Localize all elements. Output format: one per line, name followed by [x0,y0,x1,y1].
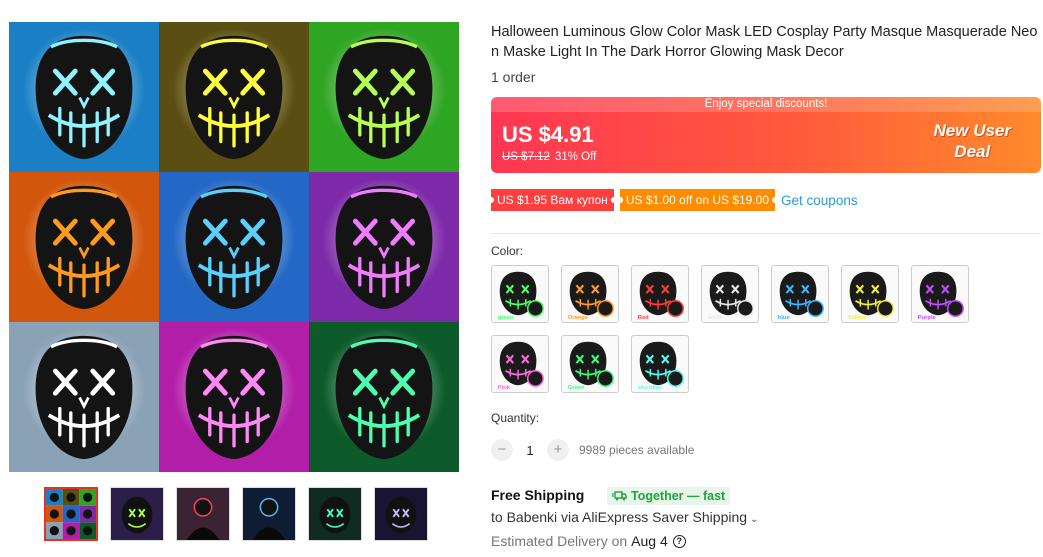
quantity-stepper: − 1 + 9989 pieces available [491,439,694,461]
chevron-down-icon[interactable]: ⌄ [750,514,758,525]
glowing-mask-icon [29,332,139,469]
mask-tile [159,22,309,172]
glowing-mask-icon [29,182,139,319]
delivery-date: Aug 4 [631,533,668,549]
thumbnail-2[interactable] [110,487,164,541]
delivery-label: Estimated Delivery on [491,533,628,549]
color-label: Color: [491,244,524,258]
mask-tile [9,322,159,472]
person-thumb-icon [243,488,295,540]
mask-swatch-icon: Green [562,336,618,392]
thumbnail-6[interactable] [374,487,428,541]
stock-available: 9989 pieces available [579,443,695,457]
coupon-row: US $1.95 Вам купон US $1.00 off on US $1… [491,189,858,211]
quantity-input[interactable]: 1 [513,443,547,458]
glowing-mask-icon [29,32,139,169]
new-user-deal-badge: New User Deal [934,120,1011,162]
mask-swatch-icon: blue [772,266,828,322]
mask-thumb-icon [111,488,163,540]
person-thumb-icon [177,488,229,540]
svg-text:Green: Green [568,385,585,391]
shipping-method[interactable]: to Babenki via AliExpress Saver Shipping… [491,509,758,525]
price-banner: Enjoy special discounts! US $4.91 US $7.… [491,97,1041,173]
glowing-mask-icon [329,182,439,319]
glowing-mask-icon [179,182,289,319]
mask-tile [309,172,459,322]
mask-tile [309,22,459,172]
shipping-badge-text: Together — fast [631,489,726,503]
svg-text:sky blue: sky blue [638,385,662,391]
thumbnail-5[interactable] [308,487,362,541]
shipping-title: Free Shipping [491,487,585,503]
coupon-store[interactable]: US $1.00 off on US $19.00 [619,189,776,211]
color-option-purple[interactable]: Purple [911,265,969,323]
color-option-sky-blue[interactable]: sky blue [631,335,689,393]
glowing-mask-icon [329,332,439,469]
get-coupons-link[interactable]: Get coupons [781,193,858,208]
color-option-orange[interactable]: Orange [561,265,619,323]
deal-text: Deal [954,142,991,161]
color-option-pink[interactable]: Pink [491,335,549,393]
svg-text:Purple: Purple [918,315,937,321]
mask-swatch-icon: green [492,266,548,322]
mask-swatch-icon: Orange [562,266,618,322]
mask-tile [9,22,159,172]
product-title: Halloween Luminous Glow Color Mask LED C… [491,24,1038,60]
thumbnail-1[interactable] [44,487,98,541]
svg-text:Yellow: Yellow [848,315,866,321]
original-price: US $7.12 [502,151,550,163]
svg-text:Red: Red [638,315,649,321]
color-option-blue[interactable]: blue [771,265,829,323]
svg-text:Orange: Orange [568,315,589,321]
mask-tile [159,172,309,322]
color-option-green[interactable]: Green [561,335,619,393]
mask-swatch-icon: white [702,266,758,322]
new-user-text: New User [933,121,1011,140]
color-option-white[interactable]: white [701,265,759,323]
svg-text:Pink: Pink [498,385,511,391]
svg-text:green: green [498,315,514,321]
mask-thumb-icon [309,488,361,540]
original-price-row: US $7.12 31% Off [502,151,596,163]
color-option-green[interactable]: green [491,265,549,323]
mask-swatch-icon: Yellow [842,266,898,322]
shipping-badge: Together — fast [607,487,731,505]
glowing-mask-icon [179,332,289,469]
glowing-mask-icon [179,32,289,169]
coupon-new-user[interactable]: US $1.95 Вам купон [491,189,614,211]
help-icon[interactable]: ? [672,534,686,548]
shipping-method-text: to Babenki via AliExpress Saver Shipping [491,509,748,525]
glowing-mask-icon [329,32,439,169]
thumbnail-3[interactable] [176,487,230,541]
svg-text:white: white [707,315,724,321]
quantity-decrease-button[interactable]: − [491,439,513,461]
product-info: Halloween Luminous Glow Color Mask LED C… [491,22,1041,549]
mask-swatch-icon: Purple [912,266,968,322]
order-count: 1 order [491,69,536,85]
current-price: US $4.91 [502,122,594,147]
svg-text:blue: blue [778,315,791,321]
truck-icon [612,491,627,501]
mask-tile [9,172,159,322]
quantity-increase-button[interactable]: + [547,439,569,461]
mask-tile [309,322,459,472]
mask-swatch-icon: Pink [492,336,548,392]
color-option-yellow[interactable]: Yellow [841,265,899,323]
divider [491,233,1041,234]
quantity-label: Quantity: [491,411,540,425]
discount-percent: 31% Off [554,151,597,163]
mask-tile [159,322,309,472]
mask-swatch-icon: sky blue [632,336,688,392]
discount-strip: Enjoy special discounts! [491,97,1041,112]
color-option-red[interactable]: Red [631,265,689,323]
mask-swatch-icon: Red [632,266,688,322]
estimated-delivery: Estimated Delivery on Aug 4 ? [491,533,686,549]
thumbnail-strip [44,487,428,541]
collage-thumb-icon [46,489,96,539]
color-swatch-list: green Orange Red white blue Yellow Purpl… [491,265,991,393]
mask-thumb-icon [375,488,427,540]
main-product-image[interactable] [9,22,459,472]
thumbnail-4[interactable] [242,487,296,541]
